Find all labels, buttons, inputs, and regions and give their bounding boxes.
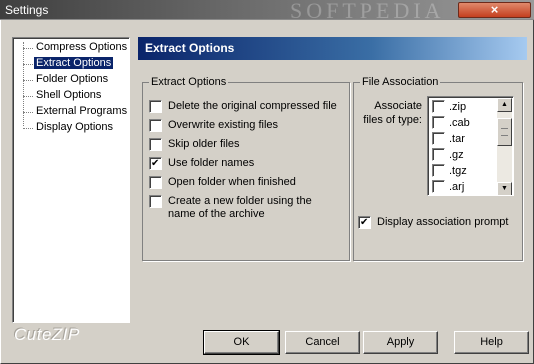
tree-item-label: Shell Options	[36, 89, 102, 101]
tree-item-external-programs[interactable]: External Programs	[13, 104, 129, 120]
file-type-label: .cab	[449, 116, 470, 129]
tree-item-label: Folder Options	[36, 73, 109, 85]
checkbox[interactable]	[149, 138, 162, 151]
option-skip-older[interactable]: Skip older files	[149, 138, 240, 151]
tree-item-label: Display Options	[36, 121, 114, 133]
ok-button[interactable]: OK	[203, 330, 280, 355]
file-type-label: .gz	[449, 148, 464, 161]
settings-dialog: Compress Options Extract Options Folder …	[0, 20, 534, 364]
checkbox[interactable]	[432, 164, 445, 177]
checkbox[interactable]	[149, 176, 162, 189]
tree-item-display-options[interactable]: Display Options	[13, 120, 129, 136]
options-panel: Extract Options Extract Options Delete t…	[138, 37, 527, 323]
checkbox[interactable]	[149, 195, 162, 208]
panel-header: Extract Options	[138, 37, 527, 60]
cancel-button[interactable]: Cancel	[285, 331, 360, 354]
file-type-list[interactable]: .zip .cab .tar .gz .tgz .arj ▲ ▼	[427, 96, 514, 196]
tree-item-folder-options[interactable]: Folder Options	[13, 72, 129, 88]
tree-item-label: Compress Options	[36, 41, 128, 53]
tree-item-shell-options[interactable]: Shell Options	[13, 88, 129, 104]
option-open-folder[interactable]: Open folder when finished	[149, 176, 296, 189]
file-type-label: .tar	[449, 132, 465, 145]
brand-logo: CuteZIP	[14, 325, 80, 344]
associate-files-label: Associate files of type:	[363, 100, 422, 126]
option-label: Open folder when finished	[168, 176, 296, 188]
scroll-up-arrow-icon[interactable]: ▲	[497, 98, 512, 112]
checkbox[interactable]	[432, 116, 445, 129]
extract-options-group: Extract Options Delete the original comp…	[142, 76, 350, 261]
scroll-thumb[interactable]	[497, 118, 512, 146]
option-label: Overwrite existing files	[168, 119, 279, 131]
tree-item-extract-options[interactable]: Extract Options	[13, 56, 129, 72]
close-button[interactable]: ×	[458, 2, 531, 18]
option-use-folder-names[interactable]: Use folder names	[149, 157, 254, 170]
option-label: Create a new folder using the name of th…	[168, 195, 312, 220]
option-label: Skip older files	[168, 138, 240, 150]
option-label: Display association prompt	[377, 216, 509, 228]
file-type-label: .zip	[449, 100, 467, 113]
file-association-group: File Association Associate files of type…	[353, 76, 523, 261]
file-type-item[interactable]: .tar	[432, 132, 465, 145]
checkbox[interactable]	[149, 119, 162, 132]
help-button[interactable]: Help	[454, 331, 529, 354]
checkbox[interactable]	[149, 157, 162, 170]
scroll-down-arrow-icon[interactable]: ▼	[497, 182, 512, 195]
group-legend: File Association	[362, 76, 439, 88]
file-type-label: .tgz	[449, 164, 467, 177]
tree-item-label: Extract Options	[34, 57, 114, 69]
tree-item-compress-options[interactable]: Compress Options	[13, 40, 129, 56]
title-bar: Settings SOFTPEDIA ×	[0, 0, 534, 23]
window-title: Settings	[5, 3, 49, 17]
checkbox[interactable]	[432, 180, 445, 193]
file-type-scrollbar[interactable]: ▲ ▼	[497, 98, 512, 195]
option-overwrite-existing[interactable]: Overwrite existing files	[149, 119, 278, 132]
file-type-item[interactable]: .cab	[432, 116, 470, 129]
apply-button[interactable]: Apply	[363, 331, 438, 354]
option-label: Delete the original compressed file	[168, 100, 337, 112]
tree-item-label: External Programs	[36, 105, 128, 117]
checkbox[interactable]	[432, 148, 445, 161]
display-association-prompt[interactable]: Display association prompt	[358, 216, 508, 229]
file-type-label: .arj	[449, 180, 465, 193]
option-delete-original[interactable]: Delete the original compressed file	[149, 100, 337, 113]
checkbox[interactable]	[358, 216, 371, 229]
file-type-item[interactable]: .arj	[432, 180, 464, 193]
checkbox[interactable]	[432, 100, 445, 113]
option-create-new-folder[interactable]: Create a new folder using the name of th…	[149, 195, 339, 221]
settings-tree[interactable]: Compress Options Extract Options Folder …	[12, 37, 130, 323]
file-type-item[interactable]: .tgz	[432, 164, 467, 177]
checkbox[interactable]	[149, 100, 162, 113]
file-type-item[interactable]: .gz	[432, 148, 464, 161]
file-type-item[interactable]: .zip	[432, 100, 466, 113]
group-legend: Extract Options	[151, 76, 227, 88]
checkbox[interactable]	[432, 132, 445, 145]
option-label: Use folder names	[168, 157, 255, 169]
